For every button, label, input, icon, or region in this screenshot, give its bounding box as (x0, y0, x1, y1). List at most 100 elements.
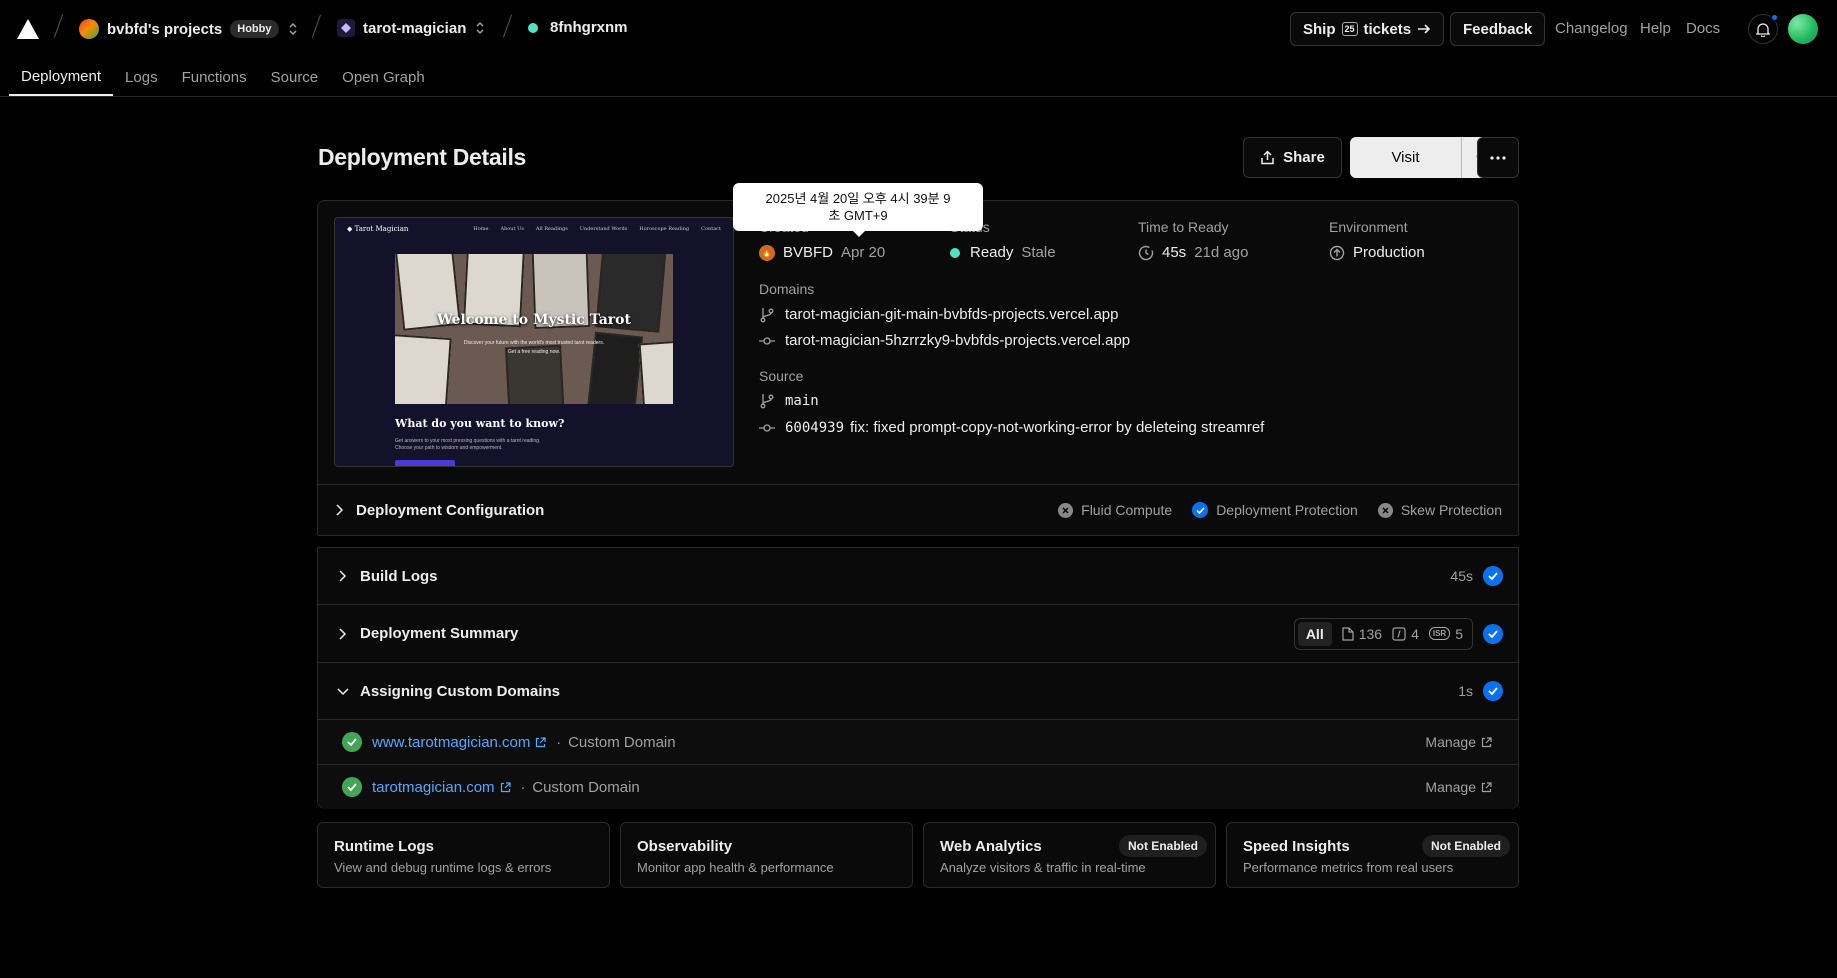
status-value: Ready Stale (950, 244, 1056, 261)
help-link[interactable]: Help (1640, 20, 1671, 37)
source-branch[interactable]: main (785, 393, 819, 409)
complete-check-icon (1483, 566, 1503, 586)
created-date[interactable]: Apr 20 (841, 244, 885, 261)
assigning-custom-domains-row[interactable]: Assigning Custom Domains 1s (318, 663, 1518, 719)
custom-domain-item: www.tarotmagician.com · Custom Domain Ma… (318, 720, 1518, 764)
isr-icon: ISR (1428, 627, 1451, 640)
deployment-crumb[interactable]: 8fnhgrxnm (528, 19, 628, 36)
feature-label: Fluid Compute (1081, 502, 1173, 518)
feedback-button[interactable]: Feedback (1450, 12, 1546, 46)
plan-badge: Hobby (230, 20, 279, 38)
commit-message[interactable]: fix: fixed prompt-copy-not-working-error… (850, 419, 1264, 436)
domain-row: tarot-magician-git-main-bvbfds-projects.… (759, 306, 1118, 323)
tab-open-graph[interactable]: Open Graph (330, 58, 437, 96)
feature-label: Skew Protection (1400, 502, 1502, 518)
ttr-value: 45s (1162, 244, 1187, 261)
author-name[interactable]: BVBFD (783, 244, 833, 261)
docs-link[interactable]: Docs (1686, 20, 1720, 37)
ship-tickets-button[interactable]: Ship 25 tickets (1290, 12, 1445, 46)
preview-nav-link: All Readings (535, 226, 568, 232)
complete-check-icon (1483, 681, 1503, 701)
more-options-button[interactable] (1477, 137, 1519, 178)
time-to-ready-label: Time to Ready (1138, 219, 1229, 235)
project-name: tarot-magician (363, 19, 467, 37)
commit-sha[interactable]: 6004939 (785, 420, 844, 436)
top-bar: bvbfd's projects Hobby tarot-magician 8f… (0, 0, 1837, 58)
deployment-preview[interactable]: ◆ Tarot Magician Home About Us All Readi… (334, 217, 734, 467)
deployment-card: ◆ Tarot Magician Home About Us All Readi… (317, 200, 1519, 809)
chevron-right-icon (339, 627, 347, 640)
changelog-link[interactable]: Changelog (1555, 20, 1628, 37)
card-title: Speed Insights (1243, 838, 1350, 855)
created-value: 🔥 BVBFD Apr 20 (759, 244, 885, 261)
preview-nav: ◆ Tarot Magician Home About Us All Readi… (335, 218, 733, 240)
tab-logs[interactable]: Logs (113, 58, 170, 96)
build-logs-row[interactable]: Build Logs 45s (318, 548, 1518, 604)
tab-functions[interactable]: Functions (170, 58, 259, 96)
source-commit-row: 6004939 fix: fixed prompt-copy-not-worki… (759, 419, 1264, 436)
speed-insights-card[interactable]: Speed Insights Performance metrics from … (1226, 822, 1519, 888)
team-switcher[interactable]: bvbfd's projects Hobby (79, 19, 299, 39)
card-gap (317, 535, 1519, 547)
visit-button[interactable]: Visit (1350, 137, 1462, 178)
created-date-tooltip: 2025년 4월 20일 오후 4시 39분 9 초 GMT+9 (733, 183, 983, 237)
card-description: Monitor app health & performance (637, 860, 834, 875)
functions-count: 4 (1411, 625, 1419, 642)
manage-domain-link[interactable]: Manage (1425, 734, 1492, 750)
notification-dot (1770, 13, 1779, 22)
notifications-button[interactable] (1748, 13, 1779, 44)
domains-label: Domains (759, 281, 815, 297)
summary-all-tab[interactable]: All (1297, 621, 1332, 646)
feature-deployment-protection: Deployment Protection (1192, 502, 1358, 518)
external-link-icon[interactable] (500, 781, 511, 793)
chevron-right-icon (336, 504, 344, 516)
external-link-icon[interactable] (535, 736, 546, 748)
tooltip-line: 2025년 4월 20일 오후 4시 39분 9 (765, 191, 951, 206)
project-switcher[interactable]: tarot-magician (337, 19, 486, 37)
runtime-logs-card[interactable]: Runtime Logs View and debug runtime logs… (317, 822, 610, 888)
domain-link[interactable]: tarot-magician-5hzrrzky9-bvbfds-projects… (785, 332, 1130, 349)
domain-link[interactable]: tarot-magician-git-main-bvbfds-projects.… (785, 306, 1118, 323)
status-stale: Stale (1021, 244, 1056, 261)
custom-domain-link[interactable]: www.tarotmagician.com (372, 734, 530, 751)
build-logs-title: Build Logs (360, 567, 438, 585)
card-description: View and debug runtime logs & errors (334, 860, 552, 875)
preview-text: Get answers to your most pressing questi… (395, 438, 541, 444)
external-link-icon (1481, 736, 1492, 747)
custom-domain-link[interactable]: tarotmagician.com (372, 779, 495, 796)
deployment-status-dot (528, 22, 538, 33)
arrow-up-circle-icon (1329, 245, 1345, 260)
vercel-logo-icon[interactable] (17, 19, 39, 39)
isr-count: 5 (1455, 625, 1463, 642)
ttr-ago: 21d ago (1194, 244, 1249, 261)
disabled-x-icon (1058, 502, 1074, 518)
web-analytics-card[interactable]: Web Analytics Analyze visitors & traffic… (923, 822, 1216, 888)
environment-value: Production (1329, 244, 1425, 261)
observability-card[interactable]: Observability Monitor app health & perfo… (620, 822, 913, 888)
deployment-configuration-row[interactable]: Deployment Configuration Fluid Compute D… (318, 485, 1518, 535)
feature-skew-protection: Skew Protection (1377, 502, 1502, 518)
function-icon (1392, 626, 1406, 641)
tab-deployment[interactable]: Deployment (9, 58, 114, 96)
not-enabled-badge: Not Enabled (1421, 835, 1510, 857)
card-description: Analyze visitors & traffic in real-time (940, 860, 1146, 875)
preview-nav-link: Home (473, 226, 489, 232)
tabs-divider (0, 96, 1837, 97)
environment-label: Environment (1329, 219, 1408, 235)
summary-isr-tab[interactable]: ISR 5 (1428, 625, 1463, 642)
summary-static-tab[interactable]: 136 (1342, 626, 1382, 642)
breadcrumb-separator (53, 14, 64, 38)
preview-hero-subtitle: Discover your future with the world's mo… (463, 340, 605, 346)
tab-source[interactable]: Source (259, 58, 331, 96)
separator-dot: · (520, 779, 526, 795)
feature-fluid-compute: Fluid Compute (1058, 502, 1172, 518)
ready-status-dot (950, 247, 960, 258)
manage-domain-link[interactable]: Manage (1425, 779, 1492, 795)
share-button[interactable]: Share (1243, 137, 1342, 178)
preview-nav-link: About Us (500, 226, 524, 232)
summary-functions-tab[interactable]: 4 (1392, 626, 1419, 642)
git-branch-icon (760, 394, 774, 409)
user-avatar[interactable] (1788, 14, 1818, 44)
deployment-summary-row[interactable]: Deployment Summary All 136 4 ISR 5 (318, 605, 1518, 662)
preview-question: What do you want to know? (395, 417, 565, 430)
